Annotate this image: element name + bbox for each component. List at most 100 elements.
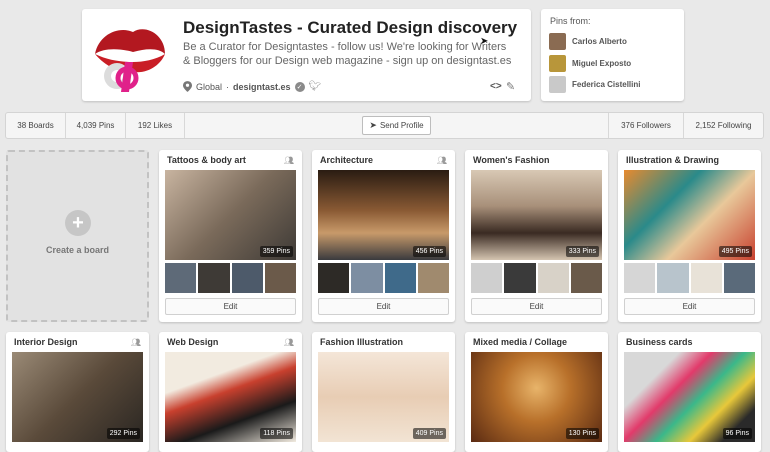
thumbnail-image[interactable]	[537, 263, 569, 293]
board-card-interior-design[interactable]: Interior Design 👥︎ 292 Pins	[6, 332, 149, 452]
board-thumbnails	[624, 263, 755, 293]
board-cover-image[interactable]: 495 Pins	[624, 170, 755, 260]
board-title: Illustration & Drawing	[626, 155, 720, 165]
edit-board-button[interactable]: Edit	[624, 298, 755, 315]
meta-separator: ·	[226, 81, 230, 92]
thumbnail-image[interactable]	[198, 263, 230, 293]
board-cover-image[interactable]: 292 Pins	[12, 352, 143, 442]
board-title: Interior Design	[14, 337, 78, 347]
designtastes-logo	[90, 17, 168, 95]
edit-board-button[interactable]: Edit	[471, 298, 602, 315]
board-title: Women's Fashion	[473, 155, 550, 165]
board-title: Mixed media / Collage	[473, 337, 568, 347]
thumbnail-image[interactable]	[318, 263, 350, 293]
plus-icon: +	[65, 210, 91, 236]
pin-count-badge: 495 Pins	[718, 246, 752, 257]
board-card-web-design[interactable]: Web Design 👥︎ 118 Pins	[159, 332, 302, 452]
pin-count-badge: 456 Pins	[412, 246, 446, 257]
board-card-business-cards[interactable]: Business cards 96 Pins	[618, 332, 761, 452]
mouse-cursor-icon: ➤	[480, 36, 489, 47]
location-text: Global	[196, 81, 223, 92]
location-pin-icon	[183, 81, 192, 92]
verified-check-icon: ✓	[294, 81, 305, 92]
profile-stats-bar: 38 Boards 4,039 Pins 192 Likes ➤ Send Pr…	[5, 112, 764, 139]
group-board-icon: 👥︎	[130, 338, 141, 347]
thumbnail-image[interactable]	[264, 263, 296, 293]
thumbnail-image[interactable]	[384, 263, 416, 293]
avatar	[549, 33, 566, 50]
website-link[interactable]: designtast.es	[233, 82, 291, 92]
thumbnail-image[interactable]	[504, 263, 536, 293]
user-name: Federica Cistellini	[572, 80, 641, 89]
board-cover-image[interactable]: 118 Pins	[165, 352, 296, 442]
followers-count-tab[interactable]: 376 Followers	[608, 113, 683, 138]
board-cover-image[interactable]: 333 Pins	[471, 170, 602, 260]
send-profile-label: Send Profile	[379, 121, 424, 130]
stats-center: ➤ Send Profile	[185, 113, 608, 138]
embed-code-icon[interactable]: <>	[490, 81, 502, 92]
board-thumbnails	[471, 263, 602, 293]
thumbnail-image[interactable]	[165, 263, 197, 293]
create-board-label: Create a board	[45, 245, 110, 255]
thumbnail-image[interactable]	[471, 263, 503, 293]
board-card-tattoos[interactable]: Tattoos & body art 👥︎ 359 Pins Edit	[159, 150, 302, 322]
pin-count-badge: 96 Pins	[722, 428, 752, 439]
profile-meta: Global · designtast.es ✓ 🐦︎	[183, 81, 321, 92]
board-card-architecture[interactable]: Architecture 👥︎ 456 Pins Edit	[312, 150, 455, 322]
profile-card: DesignTastes - Curated Design discovery …	[82, 9, 531, 101]
thumbnail-image[interactable]	[570, 263, 602, 293]
board-title: Architecture	[320, 155, 374, 165]
board-card-fashion-illustration[interactable]: Fashion Illustration 409 Pins	[312, 332, 455, 452]
thumbnail-image[interactable]	[231, 263, 263, 293]
avatar	[549, 76, 566, 93]
avatar	[549, 55, 566, 72]
pin-count-badge: 118 Pins	[260, 428, 293, 439]
thumbnail-image[interactable]	[723, 263, 755, 293]
pin-count-badge: 409 Pins	[412, 428, 446, 439]
group-board-icon: 👥︎	[283, 156, 294, 165]
pins-from-user[interactable]: Federica Cistellini	[549, 76, 640, 93]
send-profile-button[interactable]: ➤ Send Profile	[362, 116, 431, 135]
likes-count-tab[interactable]: 192 Likes	[126, 113, 185, 138]
thumbnail-image[interactable]	[417, 263, 449, 293]
thumbnail-image[interactable]	[690, 263, 722, 293]
group-board-icon: 👥︎	[283, 338, 294, 347]
pins-count-tab[interactable]: 4,039 Pins	[66, 113, 126, 138]
user-name: Carlos Alberto	[572, 37, 627, 46]
thumbnail-image[interactable]	[624, 263, 656, 293]
twitter-icon[interactable]: 🐦︎	[309, 81, 322, 92]
board-title: Tattoos & body art	[167, 155, 246, 165]
pin-count-badge: 292 Pins	[106, 428, 140, 439]
board-cover-image[interactable]: 96 Pins	[624, 352, 755, 442]
pin-count-badge: 359 Pins	[259, 246, 293, 257]
board-thumbnails	[318, 263, 449, 293]
paper-plane-icon: ➤	[369, 120, 377, 130]
board-cover-image[interactable]: 130 Pins	[471, 352, 602, 442]
following-count-tab[interactable]: 2,152 Following	[683, 113, 763, 138]
pins-from-heading: Pins from:	[550, 16, 591, 26]
boards-count-tab[interactable]: 38 Boards	[6, 113, 66, 138]
thumbnail-image[interactable]	[351, 263, 383, 293]
board-cover-image[interactable]: 359 Pins	[165, 170, 296, 260]
pin-count-badge: 130 Pins	[565, 428, 599, 439]
user-name: Miguel Exposto	[572, 59, 632, 68]
pins-from-user[interactable]: Miguel Exposto	[549, 55, 631, 72]
profile-description: Be a Curator for Designtastes - follow u…	[183, 41, 512, 67]
profile-title: DesignTastes - Curated Design discovery	[183, 18, 518, 37]
board-cover-image[interactable]: 409 Pins	[318, 352, 449, 442]
edit-board-button[interactable]: Edit	[318, 298, 449, 315]
edit-pencil-icon[interactable]: ✎	[506, 80, 515, 93]
board-card-mixed-media[interactable]: Mixed media / Collage 130 Pins	[465, 332, 608, 452]
pin-count-badge: 333 Pins	[565, 246, 599, 257]
board-card-womens-fashion[interactable]: Women's Fashion 333 Pins Edit	[465, 150, 608, 322]
pins-from-user[interactable]: Carlos Alberto	[549, 33, 627, 50]
board-cover-image[interactable]: 456 Pins	[318, 170, 449, 260]
group-board-icon: 👥︎	[436, 156, 447, 165]
edit-board-button[interactable]: Edit	[165, 298, 296, 315]
board-card-illustration[interactable]: Illustration & Drawing 495 Pins Edit	[618, 150, 761, 322]
pins-from-card: Pins from: Carlos Alberto Miguel Exposto…	[541, 9, 684, 101]
thumbnail-image[interactable]	[657, 263, 689, 293]
board-title: Web Design	[167, 337, 219, 347]
board-title: Business cards	[626, 337, 693, 347]
create-board-tile[interactable]: + Create a board	[6, 150, 149, 322]
